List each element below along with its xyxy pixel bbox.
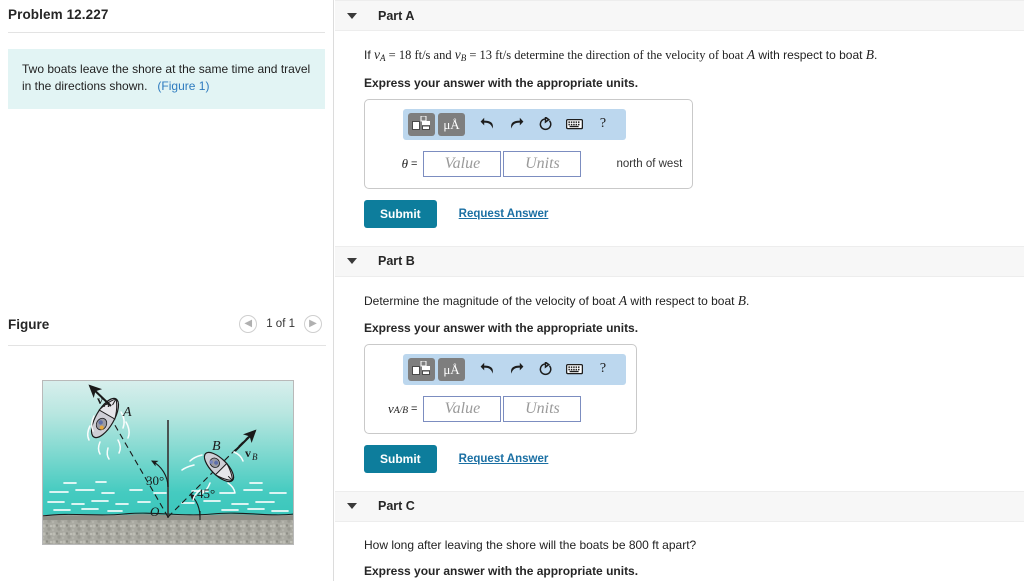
chevron-right-icon[interactable]: ▶ <box>304 315 322 333</box>
part-a-answer-box: μÅ ? θ = Value Units north of west <box>364 98 694 189</box>
part-b-q-boat1: A <box>618 292 628 308</box>
velocity-b-label: v <box>245 446 251 460</box>
help-label: ? <box>599 116 607 131</box>
figure-header: Figure ◀ 1 of 1 ▶ <box>0 315 334 333</box>
part-c-label: Part C <box>378 499 415 514</box>
part-b-variable-label: vA/B <box>377 401 415 417</box>
velocity-a-label: v <box>97 393 103 407</box>
part-a-label: Part A <box>378 8 415 23</box>
chevron-down-icon[interactable] <box>347 503 357 510</box>
redo-icon[interactable] <box>503 358 529 381</box>
part-b-header[interactable]: Part B <box>335 245 1024 277</box>
chevron-left-icon[interactable]: ◀ <box>239 315 258 333</box>
part-a-value-input[interactable]: Value <box>423 150 502 177</box>
part-a-input-row: θ = Value Units north of west <box>375 150 683 177</box>
part-b-answer-box: μÅ ? vA/B = Value Units <box>364 343 637 434</box>
part-a-submit-button[interactable]: Submit <box>364 199 437 228</box>
units-label: μÅ <box>443 116 460 132</box>
right-panel: Part A If vA = 18 ft/s and vB = 13 ft/s … <box>335 0 1024 581</box>
part-b-q-boat2: B <box>737 292 747 308</box>
part-a-request-answer-link[interactable]: Request Answer <box>459 208 549 220</box>
math-template-icon[interactable] <box>408 357 435 381</box>
part-c-express-units: Express your answer with the appropriate… <box>364 563 639 578</box>
undo-icon[interactable] <box>474 113 500 136</box>
part-b-question: Determine the magnitude of the velocity … <box>364 291 1024 311</box>
angle-b-label: 45° <box>197 486 215 501</box>
part-b-request-answer-link[interactable]: Request Answer <box>459 453 549 465</box>
part-b-input-row: vA/B = Value Units <box>375 395 626 422</box>
help-icon[interactable]: ? <box>590 358 616 381</box>
part-b-variable-sub: A/B <box>393 405 408 416</box>
part-a-answer-suffix: north of west <box>616 157 683 170</box>
part-b-body: Determine the magnitude of the velocity … <box>335 277 1024 473</box>
part-b-q-end: . <box>746 293 750 308</box>
part-a-header[interactable]: Part A <box>335 0 1024 31</box>
part-b-value-input[interactable]: Value <box>423 395 502 422</box>
part-c-body: How long after leaving the shore will th… <box>335 522 1024 581</box>
part-a-body: If vA = 18 ft/s and vB = 13 ft/s determi… <box>335 31 1024 228</box>
part-a-q-mid1: = 18 ft/s and <box>385 48 455 62</box>
help-label: ? <box>599 361 607 377</box>
part-a-actions: Submit Request Answer <box>364 199 1024 228</box>
part-a-q-end: . <box>874 48 878 62</box>
part-a-equals: = <box>411 157 418 170</box>
left-panel: Problem 12.227 Two boats leave the shore… <box>0 0 334 581</box>
title-divider <box>8 32 325 33</box>
part-b-q-prefix: Determine the magnitude of the velocity … <box>364 293 619 308</box>
redo-icon[interactable] <box>503 113 529 136</box>
part-b-math-toolbar: μÅ ? <box>403 353 626 385</box>
part-c-header[interactable]: Part C <box>335 490 1024 522</box>
part-a-q-boat2: B <box>865 47 875 62</box>
help-icon[interactable]: ? <box>590 113 616 136</box>
keyboard-icon[interactable] <box>561 113 587 136</box>
reset-icon[interactable] <box>532 113 558 136</box>
part-a-question: If vA = 18 ft/s and vB = 13 ft/s determi… <box>364 45 1024 66</box>
part-b-label: Part B <box>378 254 415 268</box>
page-title: Problem 12.227 <box>8 7 109 22</box>
units-icon[interactable]: μÅ <box>438 112 465 136</box>
keyboard-icon[interactable] <box>561 358 587 381</box>
part-b-units-input[interactable]: Units <box>503 395 582 422</box>
reset-icon[interactable] <box>532 358 558 381</box>
units-label: μÅ <box>443 361 460 377</box>
velocity-b-sublabel: B <box>252 452 258 462</box>
part-a-math-toolbar: μÅ ? <box>403 108 626 140</box>
units-icon[interactable]: μÅ <box>438 357 465 381</box>
part-a-q-mid2: = 13 ft/s determine the direction of the… <box>466 48 747 62</box>
figure-page-count: 1 of 1 <box>266 318 295 330</box>
part-a-express-units: Express your answer with the appropriate… <box>364 75 639 90</box>
boat-b-label: B <box>212 439 221 454</box>
figure-heading: Figure <box>8 316 50 332</box>
part-b-equals: = <box>411 402 418 415</box>
part-b-actions: Submit Request Answer <box>364 444 1024 473</box>
chevron-down-icon[interactable] <box>347 258 357 264</box>
problem-page: Problem 12.227 Two boats leave the shore… <box>0 0 1024 581</box>
angle-a-label: 30° <box>146 473 164 488</box>
part-b-q-mid3: with respect to boat <box>627 293 738 308</box>
part-c-question: How long after leaving the shore will th… <box>364 537 697 552</box>
part-a-q-boat1: A <box>746 47 756 62</box>
part-a-q-mid3: with respect to boat <box>755 48 866 62</box>
part-a-variable-label: θ <box>401 155 408 171</box>
part-b-submit-button[interactable]: Submit <box>364 444 437 473</box>
undo-icon[interactable] <box>474 358 500 381</box>
math-template-icon[interactable] <box>408 112 435 136</box>
figure-pager: ◀ 1 of 1 ▶ <box>239 315 322 333</box>
chevron-down-icon[interactable] <box>347 12 357 19</box>
origin-label: O <box>150 504 160 519</box>
part-a-q-prefix: If <box>364 48 375 62</box>
figure-1-link[interactable]: (Figure 1) <box>157 79 209 93</box>
figure-image[interactable]: v A A v B B 30° 45° O <box>42 380 294 545</box>
part-a-units-input[interactable]: Units <box>503 150 582 177</box>
velocity-a-sublabel: A <box>103 399 110 409</box>
boat-a-label: A <box>122 405 132 420</box>
problem-statement: Two boats leave the shore at the same ti… <box>8 49 325 109</box>
part-b-express-units: Express your answer with the appropriate… <box>364 320 639 335</box>
figure-divider <box>8 345 326 346</box>
